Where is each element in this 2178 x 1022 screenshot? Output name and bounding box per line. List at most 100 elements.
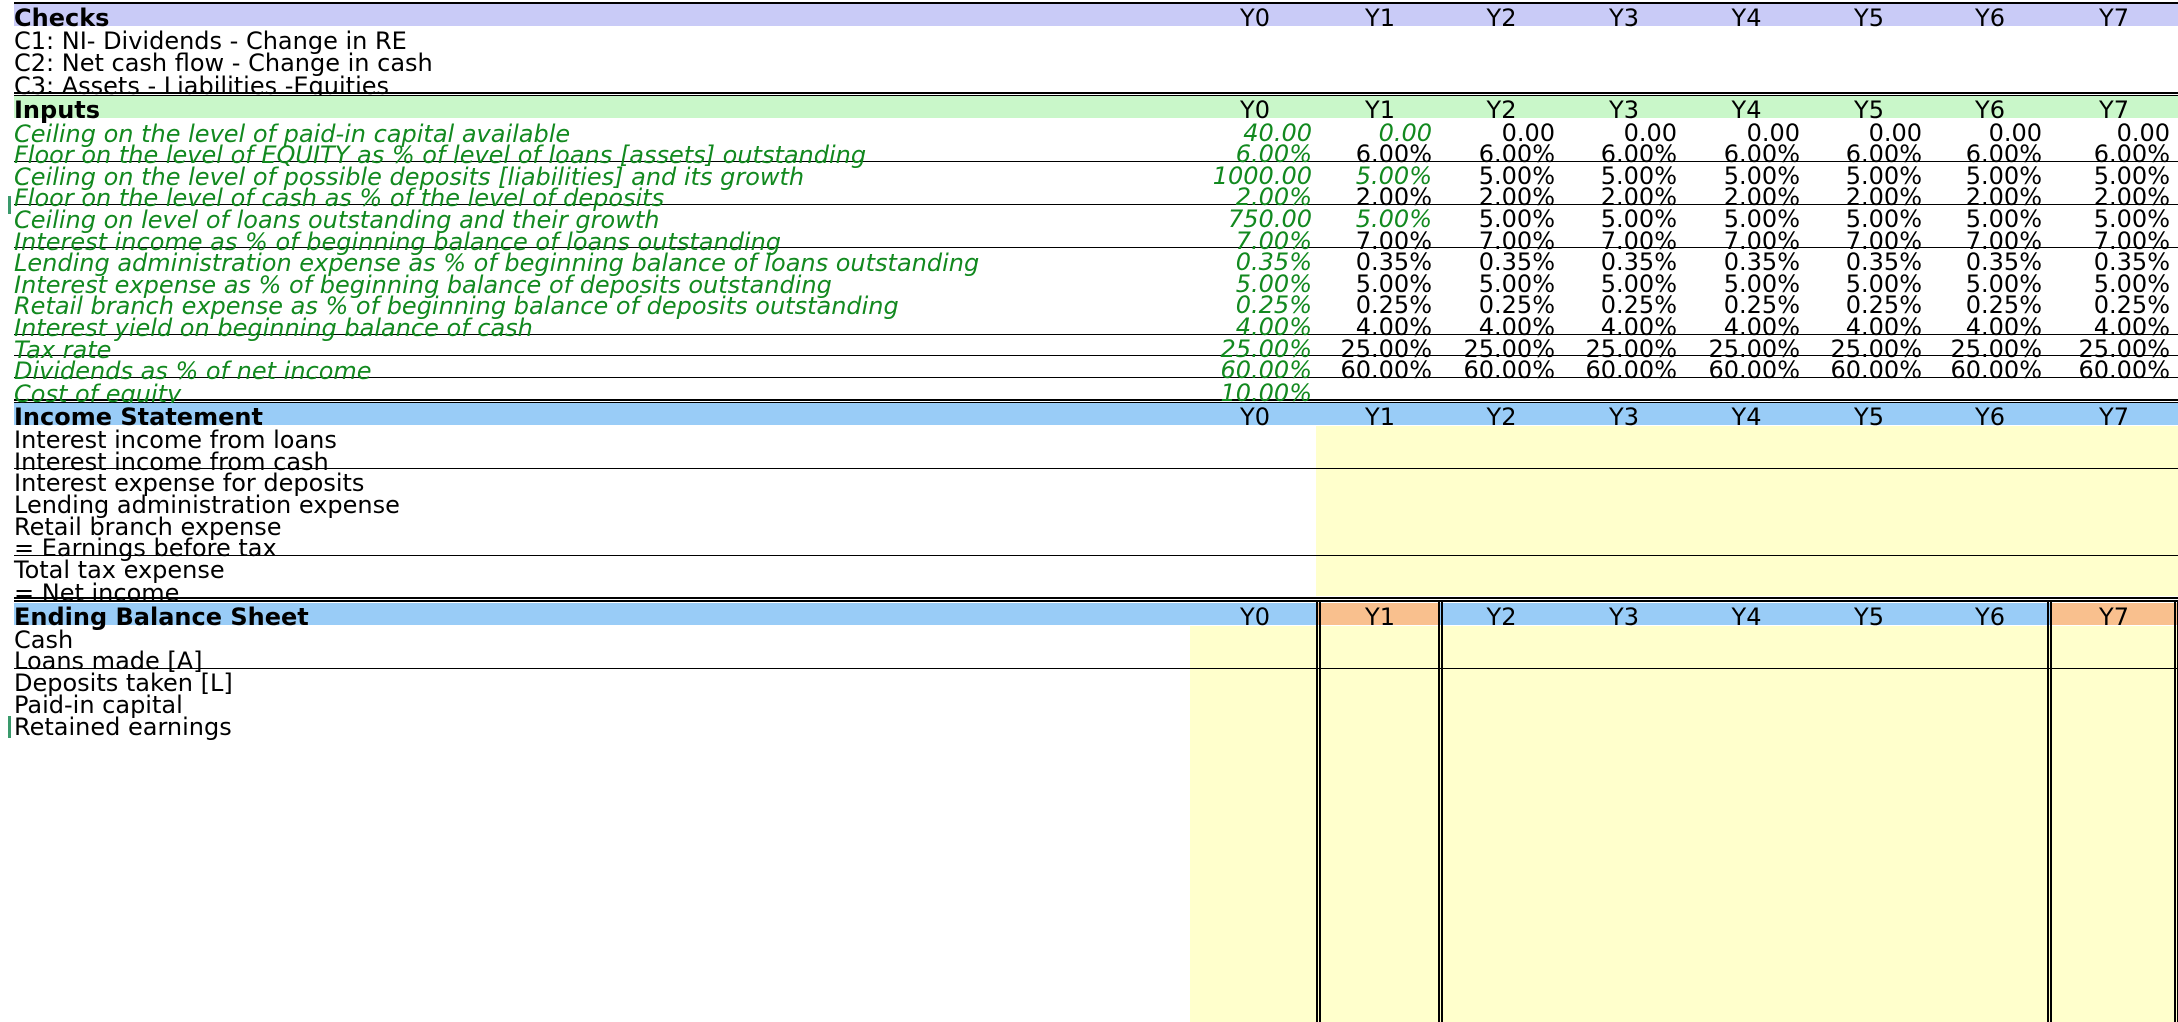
input-value[interactable]: 0.00 bbox=[1808, 119, 1930, 147]
input-value[interactable]: 5.00% bbox=[1320, 162, 1440, 190]
input-value[interactable]: 0.35% bbox=[1440, 248, 1563, 276]
input-y0-value[interactable]: 0.25% bbox=[1190, 291, 1320, 319]
input-value[interactable]: 2.00% bbox=[1563, 183, 1685, 211]
input-value[interactable]: 5.00% bbox=[1930, 205, 2050, 233]
input-value[interactable]: 60.00% bbox=[1440, 356, 1563, 384]
input-value[interactable]: 5.00% bbox=[2050, 270, 2178, 298]
input-value[interactable]: 60.00% bbox=[1808, 356, 1930, 384]
input-value[interactable]: 5.00% bbox=[1685, 162, 1808, 190]
input-value[interactable]: 0.00 bbox=[1563, 119, 1685, 147]
input-value[interactable]: 7.00% bbox=[1685, 227, 1808, 255]
input-y0-value[interactable]: 40.00 bbox=[1190, 119, 1320, 147]
input-value[interactable]: 2.00% bbox=[2050, 183, 2178, 211]
input-y0-value[interactable]: 1000.00 bbox=[1190, 162, 1320, 190]
input-value[interactable]: 60.00% bbox=[1320, 356, 1440, 384]
input-value[interactable]: 5.00% bbox=[2050, 205, 2178, 233]
input-value[interactable]: 7.00% bbox=[2050, 227, 2178, 255]
input-y0-value[interactable]: 6.00% bbox=[1190, 140, 1320, 168]
input-value[interactable]: 5.00% bbox=[1320, 270, 1440, 298]
input-value[interactable]: 2.00% bbox=[1440, 183, 1563, 211]
input-y0-value[interactable]: 10.00% bbox=[1190, 379, 1320, 407]
input-value[interactable]: 5.00% bbox=[1685, 205, 1808, 233]
input-value[interactable]: 25.00% bbox=[2050, 335, 2178, 363]
input-value[interactable]: 0.35% bbox=[2050, 248, 2178, 276]
input-value[interactable]: 25.00% bbox=[1808, 335, 1930, 363]
input-value[interactable]: 5.00% bbox=[1563, 270, 1685, 298]
input-value[interactable]: 5.00% bbox=[1685, 270, 1808, 298]
input-value[interactable]: 0.25% bbox=[1563, 291, 1685, 319]
input-y0-value[interactable]: 5.00% bbox=[1190, 270, 1320, 298]
input-value[interactable]: 6.00% bbox=[1320, 140, 1440, 168]
input-value[interactable]: 5.00% bbox=[2050, 162, 2178, 190]
input-y0-value[interactable]: 60.00% bbox=[1190, 356, 1320, 384]
input-y0-value[interactable]: 4.00% bbox=[1190, 313, 1320, 341]
input-value[interactable]: 6.00% bbox=[1685, 140, 1808, 168]
input-value[interactable]: 0.25% bbox=[2050, 291, 2178, 319]
input-value[interactable]: 0.25% bbox=[1685, 291, 1808, 319]
input-y0-value[interactable]: 750.00 bbox=[1190, 205, 1320, 233]
input-value[interactable]: 2.00% bbox=[1685, 183, 1808, 211]
input-value[interactable]: 2.00% bbox=[1320, 183, 1440, 211]
input-value[interactable]: 0.00 bbox=[1930, 119, 2050, 147]
check-label[interactable]: C2: Net cash flow - Change in cash bbox=[14, 48, 433, 77]
input-value[interactable]: 5.00% bbox=[1808, 205, 1930, 233]
input-value[interactable]: 2.00% bbox=[1808, 183, 1930, 211]
input-value[interactable]: 5.00% bbox=[1440, 162, 1563, 190]
input-value[interactable]: 25.00% bbox=[1930, 335, 2050, 363]
input-value[interactable]: 25.00% bbox=[1563, 335, 1685, 363]
input-value[interactable]: 4.00% bbox=[1563, 313, 1685, 341]
input-value[interactable]: 4.00% bbox=[2050, 313, 2178, 341]
input-value[interactable]: 5.00% bbox=[1563, 162, 1685, 190]
input-value[interactable]: 6.00% bbox=[1563, 140, 1685, 168]
input-value[interactable]: 5.00% bbox=[1440, 270, 1563, 298]
input-value[interactable]: 7.00% bbox=[1440, 227, 1563, 255]
input-value[interactable]: 0.00 bbox=[2050, 119, 2178, 147]
input-value[interactable]: 60.00% bbox=[1563, 356, 1685, 384]
input-value[interactable]: 4.00% bbox=[1930, 313, 2050, 341]
input-value[interactable]: 0.25% bbox=[1808, 291, 1930, 319]
input-value[interactable]: 2.00% bbox=[1930, 183, 2050, 211]
input-value[interactable]: 5.00% bbox=[1440, 205, 1563, 233]
input-value[interactable]: 0.35% bbox=[1563, 248, 1685, 276]
input-value[interactable]: 7.00% bbox=[1808, 227, 1930, 255]
input-value[interactable]: 5.00% bbox=[1563, 205, 1685, 233]
input-value[interactable]: 6.00% bbox=[2050, 140, 2178, 168]
input-value[interactable]: 5.00% bbox=[1930, 162, 2050, 190]
input-value[interactable]: 5.00% bbox=[1808, 162, 1930, 190]
input-value[interactable]: 0.25% bbox=[1320, 291, 1440, 319]
input-value[interactable]: 0.00 bbox=[1440, 119, 1563, 147]
input-value[interactable]: 0.25% bbox=[1930, 291, 2050, 319]
input-value[interactable]: 25.00% bbox=[1440, 335, 1563, 363]
input-value[interactable]: 5.00% bbox=[1808, 270, 1930, 298]
input-value[interactable]: 5.00% bbox=[1930, 270, 2050, 298]
input-value[interactable]: 7.00% bbox=[1930, 227, 2050, 255]
input-value[interactable]: 6.00% bbox=[1930, 140, 2050, 168]
input-value[interactable]: 25.00% bbox=[1320, 335, 1440, 363]
input-value[interactable]: 60.00% bbox=[1930, 356, 2050, 384]
input-value[interactable]: 0.35% bbox=[1808, 248, 1930, 276]
input-value[interactable]: 0.35% bbox=[1685, 248, 1808, 276]
input-y0-value[interactable]: 2.00% bbox=[1190, 183, 1320, 211]
check-label[interactable]: C1: NI- Dividends - Change in RE bbox=[14, 26, 407, 55]
input-value[interactable]: 25.00% bbox=[1685, 335, 1808, 363]
input-value[interactable]: 0.25% bbox=[1440, 291, 1563, 319]
input-y0-value[interactable]: 7.00% bbox=[1190, 227, 1320, 255]
input-value[interactable]: 0.35% bbox=[1320, 248, 1440, 276]
input-value[interactable]: 0.35% bbox=[1930, 248, 2050, 276]
input-value[interactable]: 4.00% bbox=[1808, 313, 1930, 341]
input-value[interactable]: 5.00% bbox=[1320, 205, 1440, 233]
input-y0-value[interactable]: 0.35% bbox=[1190, 248, 1320, 276]
input-y0-value[interactable]: 25.00% bbox=[1190, 335, 1320, 363]
input-value[interactable]: 0.00 bbox=[1685, 119, 1808, 147]
input-value[interactable]: 7.00% bbox=[1563, 227, 1685, 255]
input-value[interactable]: 60.00% bbox=[2050, 356, 2178, 384]
input-value[interactable]: 4.00% bbox=[1320, 313, 1440, 341]
input-value[interactable]: 60.00% bbox=[1685, 356, 1808, 384]
input-label: Lending administration expense as % of b… bbox=[14, 249, 980, 277]
input-value[interactable]: 4.00% bbox=[1440, 313, 1563, 341]
input-value[interactable]: 7.00% bbox=[1320, 227, 1440, 255]
input-value[interactable]: 6.00% bbox=[1440, 140, 1563, 168]
input-value[interactable]: 4.00% bbox=[1685, 313, 1808, 341]
input-value[interactable]: 6.00% bbox=[1808, 140, 1930, 168]
input-value[interactable]: 0.00 bbox=[1320, 119, 1440, 147]
